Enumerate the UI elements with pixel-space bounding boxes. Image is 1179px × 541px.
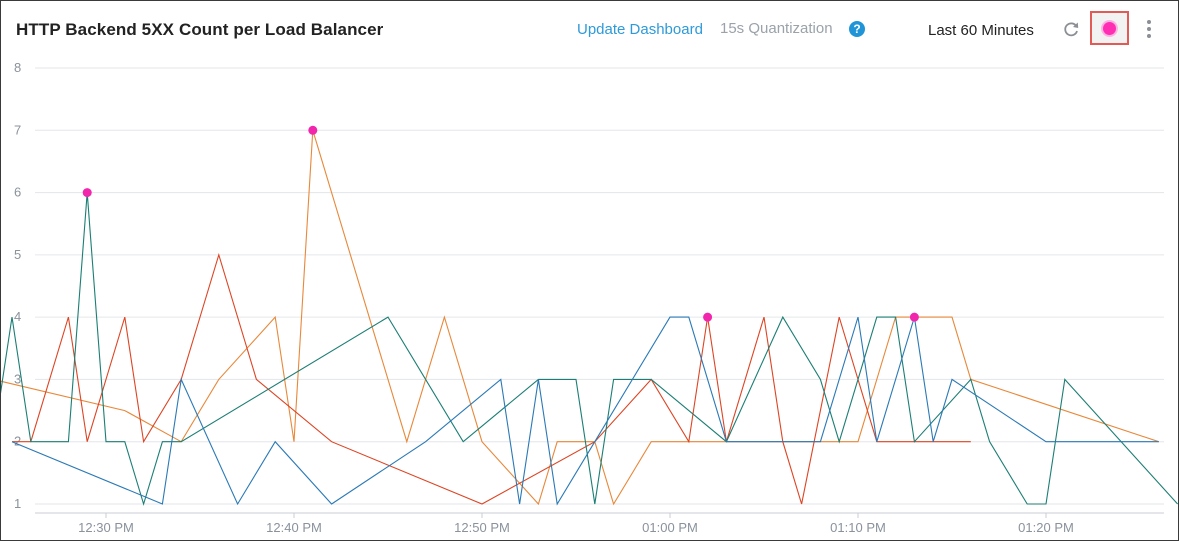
- y-tick-label: 7: [14, 122, 21, 137]
- y-tick-label: 6: [14, 185, 21, 200]
- chart-panel: HTTP Backend 5XX Count per Load Balancer…: [0, 0, 1179, 541]
- annotation-marker[interactable]: [308, 125, 318, 135]
- y-tick-label: 1: [14, 496, 21, 511]
- x-tick-label: 01:20 PM: [1018, 520, 1074, 535]
- annotation-marker[interactable]: [82, 188, 92, 198]
- x-tick-label: 01:10 PM: [830, 520, 886, 535]
- x-tick-label: 12:50 PM: [454, 520, 510, 535]
- y-tick-label: 4: [14, 309, 21, 324]
- y-tick-label: 5: [14, 247, 21, 262]
- line-chart: 8765432112:30 PM 12:40 PM 12:50 PM 01:00 PM…: [1, 60, 1178, 535]
- x-tick-label: 12:40 PM: [266, 520, 322, 535]
- y-tick-label: 8: [14, 60, 21, 75]
- x-tick-label: 01:00 PM: [642, 520, 698, 535]
- x-tick-label: 12:30 PM: [78, 520, 134, 535]
- annotation-marker[interactable]: [703, 312, 713, 322]
- annotation-marker[interactable]: [909, 312, 919, 322]
- series-line-4: [11, 316, 1159, 506]
- series-line-3: [1, 192, 1178, 506]
